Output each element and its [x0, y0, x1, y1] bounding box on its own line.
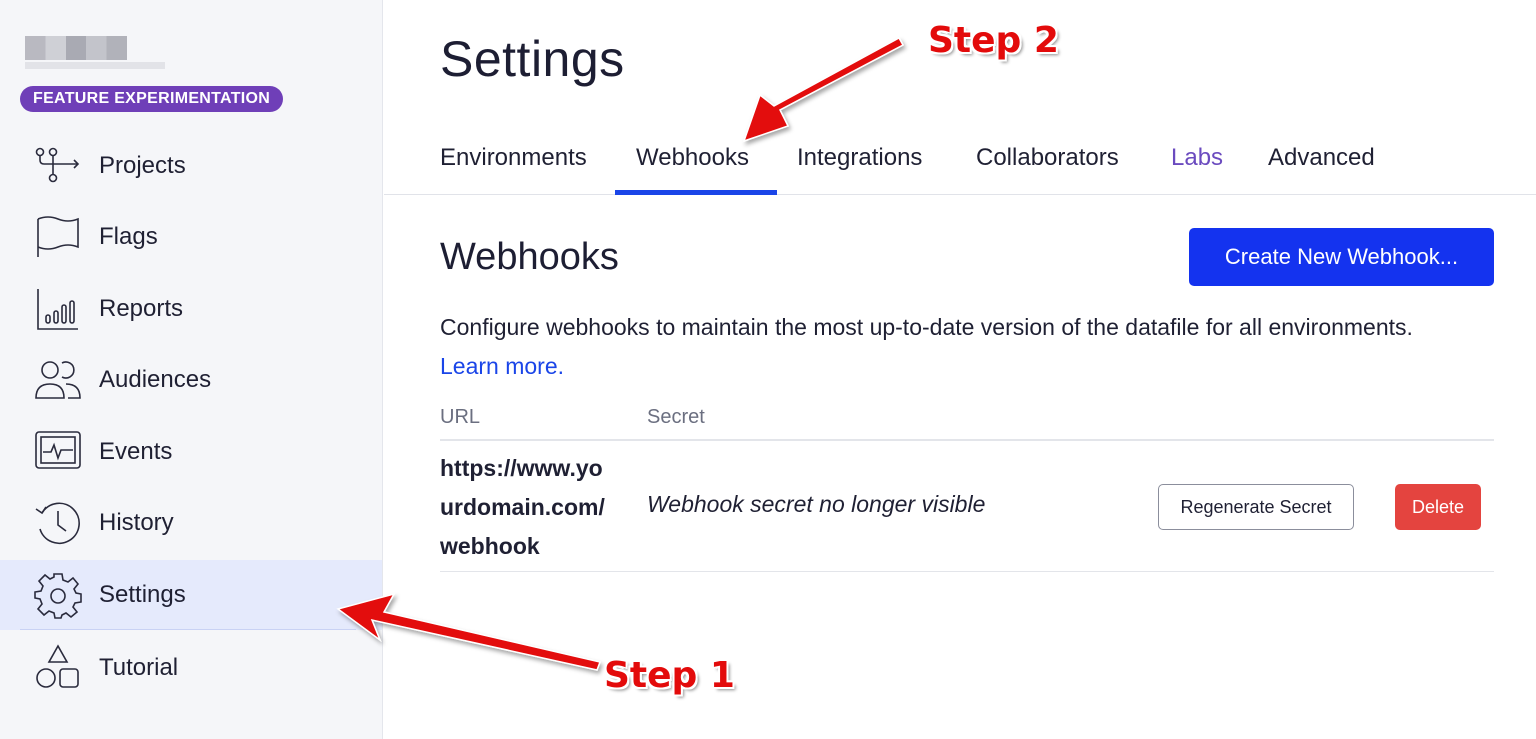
sidebar-item-projects[interactable]: Projects — [0, 131, 382, 201]
sidebar-item-label: Events — [99, 438, 173, 465]
webhook-secret: Webhook secret no longer visible — [647, 491, 986, 517]
sidebar-item-label: Flags — [99, 223, 158, 250]
history-icon — [34, 499, 82, 547]
tab-webhooks[interactable]: Webhooks — [636, 144, 749, 172]
settings-tabs: Environments Webhooks Integrations Colla… — [384, 132, 1536, 195]
audiences-icon — [34, 356, 82, 404]
sidebar-item-reports[interactable]: Reports — [0, 274, 382, 344]
tutorial-icon — [34, 644, 82, 692]
learn-more-link[interactable]: Learn more. — [440, 353, 564, 379]
sidebar-item-label: Reports — [99, 295, 184, 322]
account-logo[interactable] — [25, 36, 127, 60]
delete-button[interactable]: Delete — [1395, 484, 1481, 530]
account-logo-subtitle — [25, 62, 165, 69]
sidebar-item-history[interactable]: History — [0, 488, 382, 558]
sidebar-item-label: Audiences — [99, 366, 212, 393]
section-title: Webhooks — [440, 236, 619, 278]
description-text: Configure webhooks to maintain the most … — [440, 314, 1413, 340]
sidebar-item-label: Tutorial — [99, 654, 179, 681]
page-title: Settings — [440, 31, 625, 87]
events-icon — [34, 428, 82, 476]
sidebar-item-events[interactable]: Events — [0, 417, 382, 487]
create-webhook-button[interactable]: Create New Webhook... — [1189, 228, 1494, 286]
sidebar-item-label: History — [99, 509, 174, 536]
regenerate-secret-button[interactable]: Regenerate Secret — [1158, 484, 1354, 530]
product-badge: FEATURE EXPERIMENTATION — [20, 86, 284, 112]
webhooks-description: Configure webhooks to maintain the most … — [440, 308, 1440, 386]
tab-labs[interactable]: Labs — [1171, 144, 1223, 172]
tab-collaborators[interactable]: Collaborators — [976, 144, 1119, 172]
tab-environments[interactable]: Environments — [440, 144, 587, 172]
sidebar-item-label: Settings — [99, 581, 186, 608]
sidebar-item-settings[interactable]: Settings — [0, 560, 382, 630]
sidebar-item-flags[interactable]: Flags — [0, 202, 382, 272]
tab-integrations[interactable]: Integrations — [797, 144, 922, 172]
flag-icon — [34, 213, 82, 261]
sidebar: FEATURE EXPERIMENTATION Projects Flags R… — [0, 0, 383, 739]
step2-arrow — [742, 36, 905, 143]
table-row-divider — [440, 571, 1494, 572]
sidebar-item-label: Projects — [99, 152, 186, 179]
table-header-divider — [440, 439, 1494, 441]
step2-label: Step 2 — [928, 20, 1059, 61]
projects-icon — [34, 142, 82, 190]
sidebar-item-tutorial[interactable]: Tutorial — [0, 633, 382, 703]
column-header-secret: Secret — [647, 406, 705, 428]
tab-advanced[interactable]: Advanced — [1268, 144, 1375, 172]
gear-icon — [34, 571, 82, 619]
reports-icon — [34, 285, 82, 333]
sidebar-item-audiences[interactable]: Audiences — [0, 345, 382, 415]
column-header-url: URL — [440, 406, 481, 428]
webhook-url: https://www.yourdomain.com/webhook — [440, 455, 605, 559]
step1-label: Step 1 — [604, 655, 735, 696]
active-tab-indicator — [615, 190, 777, 195]
